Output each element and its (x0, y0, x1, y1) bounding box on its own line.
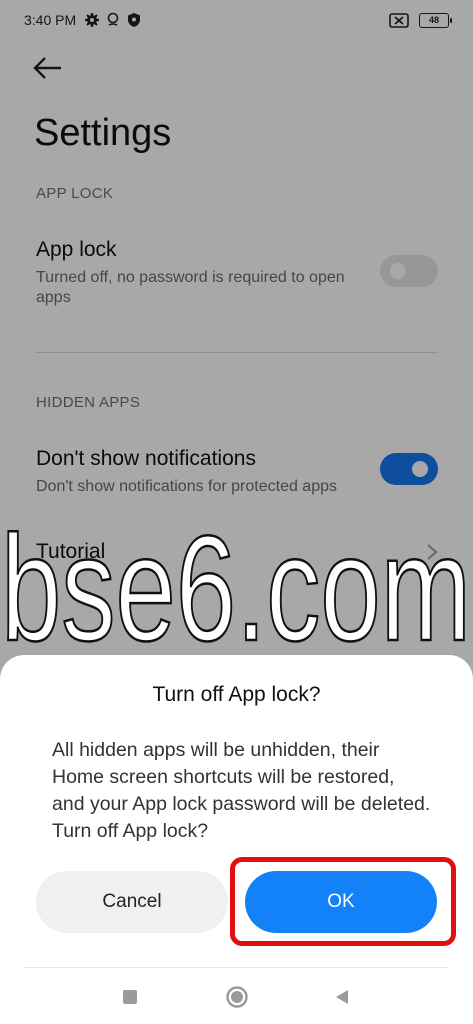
highlight-annotation (230, 857, 456, 946)
cancel-button[interactable]: Cancel (36, 871, 228, 933)
navigation-bar (0, 973, 473, 1024)
back-button[interactable] (328, 983, 356, 1011)
recents-square-icon (123, 990, 137, 1004)
dialog-message: All hidden apps will be unhidden, their … (52, 739, 431, 842)
recents-button[interactable] (116, 983, 144, 1011)
confirm-dialog: Turn off App lock? All hidden apps will … (0, 655, 473, 1024)
back-triangle-icon (336, 990, 348, 1004)
home-circle-icon (226, 986, 248, 1008)
home-button[interactable] (223, 983, 251, 1011)
watermark-text: bse6.com (0, 508, 472, 658)
dialog-title: Turn off App lock? (152, 683, 321, 706)
divider (24, 967, 449, 968)
watermark-label: bse6.com (1, 508, 471, 658)
screen: 3:40 PM 48 Settings APP LOCK App lock Tu… (0, 0, 473, 1024)
